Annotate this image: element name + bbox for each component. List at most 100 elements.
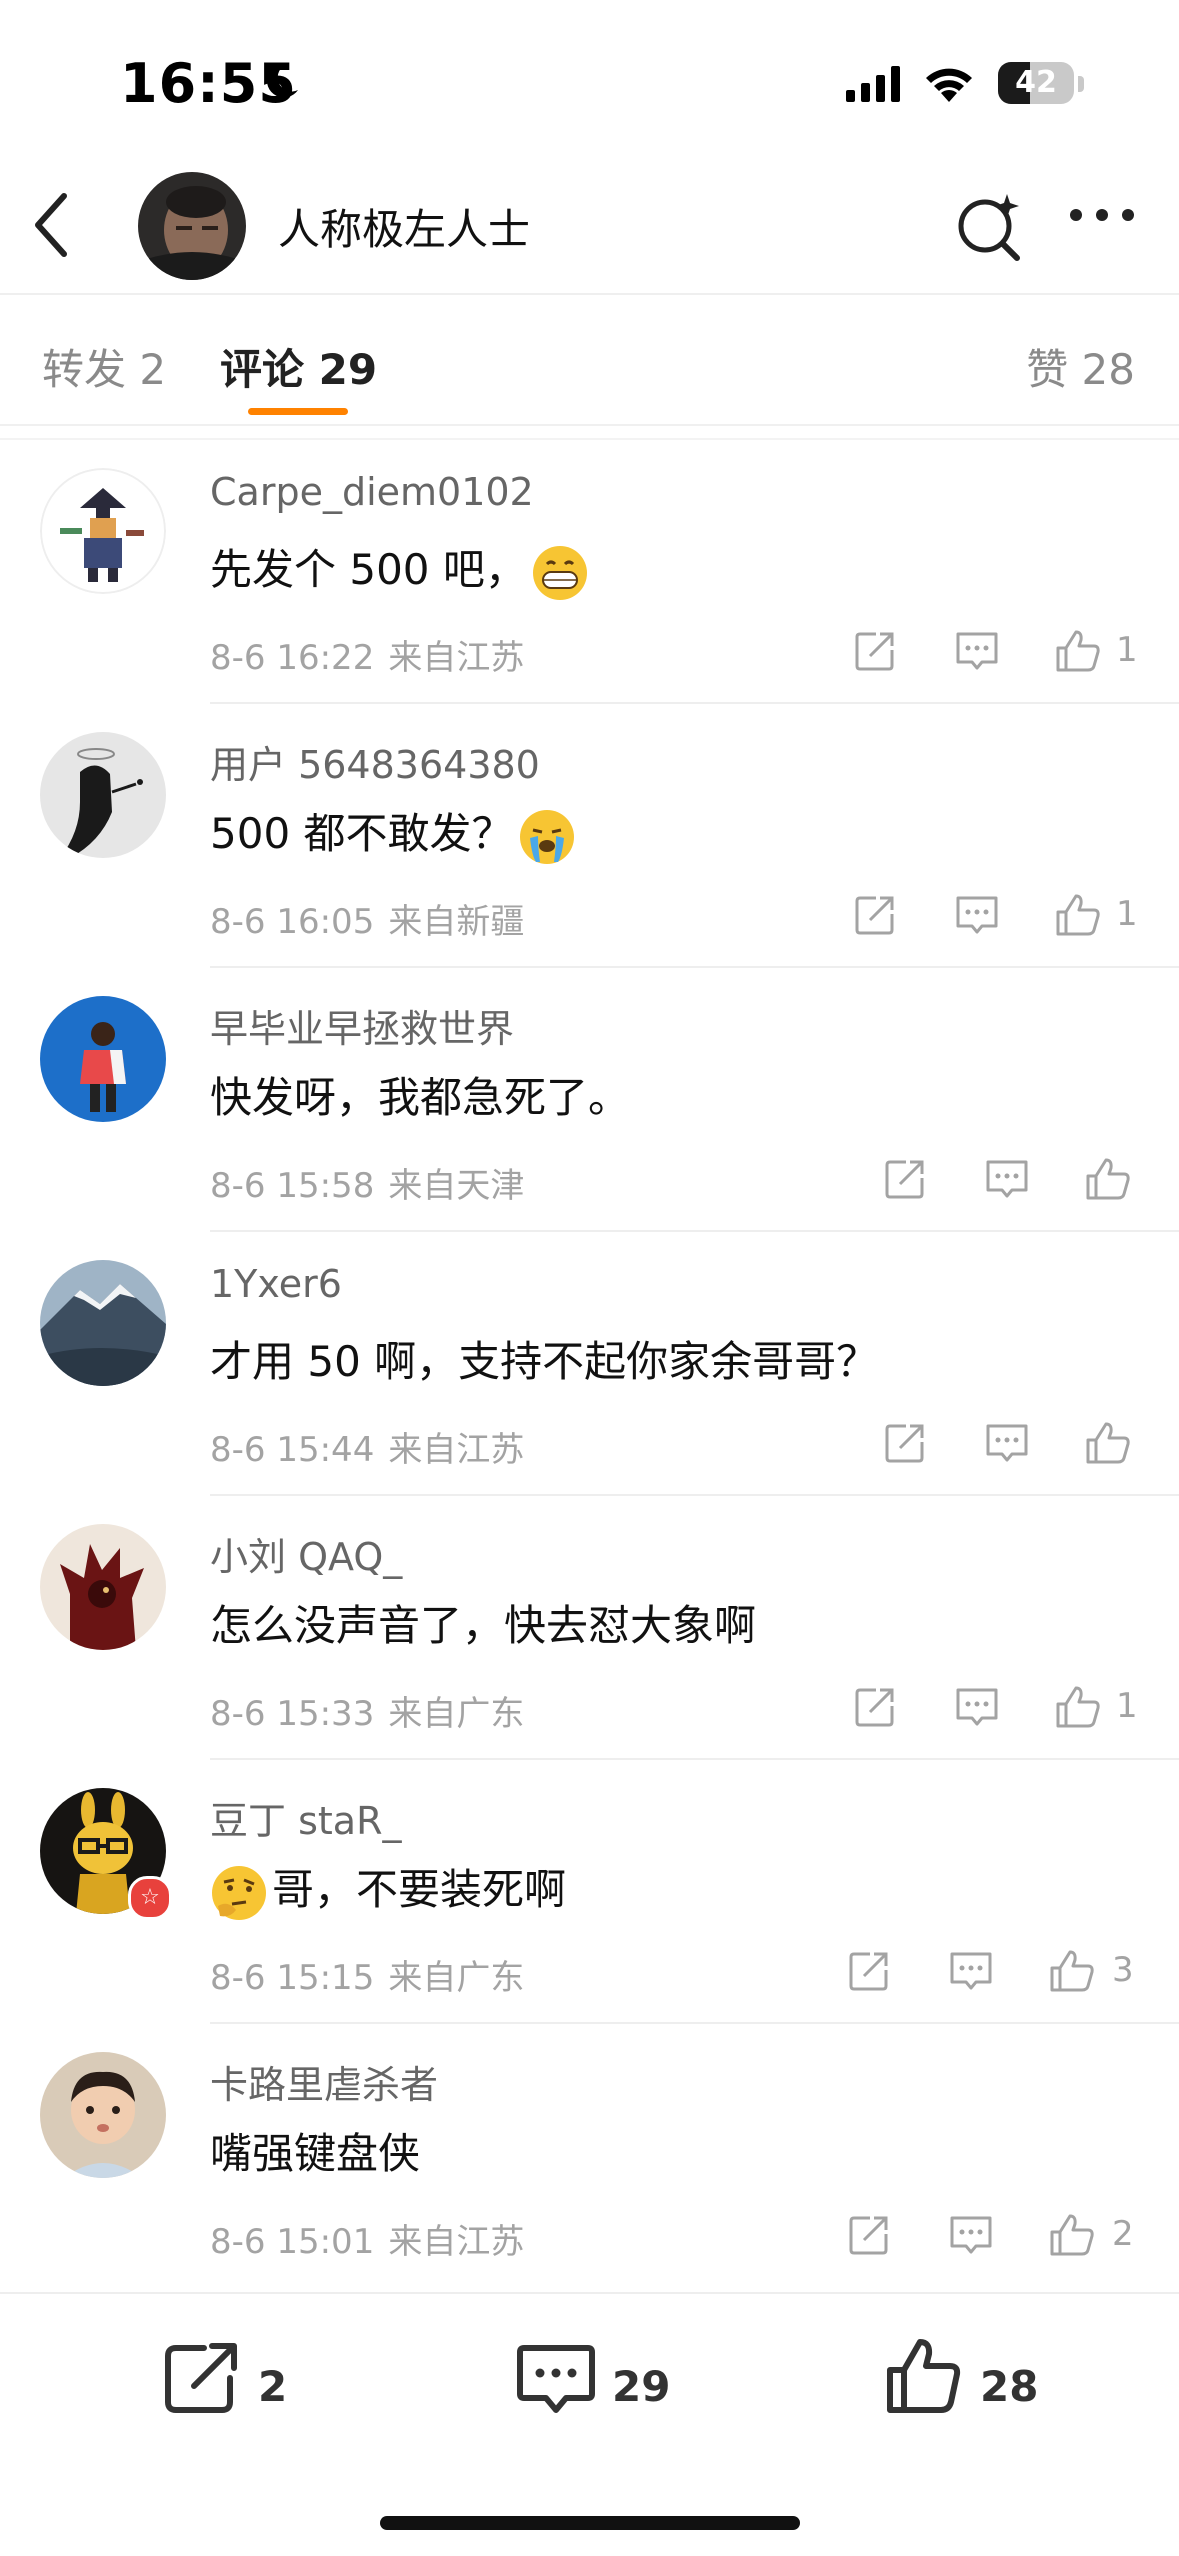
repost-icon[interactable] [882,1156,928,1202]
comment-text: 怎么没声音了，快去怼大象啊 [210,1601,757,1650]
like-icon[interactable] [1048,1948,1096,1994]
commenter-avatar[interactable] [40,732,166,858]
comment-meta: 8-6 15:58 来自天津 [210,1158,524,1207]
comment-icon[interactable] [948,2212,994,2258]
like-count: 1 [1116,630,1138,670]
commenter-name[interactable]: 小刘 QAQ_ [210,1526,402,1581]
like-icon[interactable] [1054,892,1102,938]
wifi-icon [926,68,972,102]
repost-count: 2 [258,2362,288,2411]
like-icon[interactable] [1054,628,1102,674]
commenter-name[interactable]: Carpe_diem0102 [210,470,534,514]
commenter-name[interactable]: 豆丁 staR_ [210,1790,401,1845]
like-icon[interactable] [1048,2212,1096,2258]
repost-icon[interactable] [852,628,898,674]
crying-face-emoji [519,809,574,864]
comment-text: 快发呀，我都急死了。 [210,1073,631,1122]
comment-meta: 8-6 16:05 来自新疆 [210,894,524,943]
commenter-name[interactable]: 1Yxer6 [210,1262,342,1306]
commenter-avatar[interactable] [40,2052,166,2178]
comment-item: 用户 5648364380 500 都不敢发？ 8-6 16:05 来自新疆 1 [0,704,1179,968]
repost-icon[interactable] [846,2212,892,2258]
more-options-icon[interactable] [1066,200,1138,230]
comment-icon[interactable] [984,1420,1030,1466]
comment-date: 8-6 15:44 [210,1430,375,1470]
comment-location: 来自江苏 [388,638,525,678]
bottom-action-bar: 2 29 28 [0,2294,1179,2556]
commenter-name[interactable]: 早毕业早拯救世界 [210,998,514,1053]
comment-item: 1Yxer6 才用 50 啊，支持不起你家余哥哥？ 8-6 15:44 来自江苏 [0,1232,1179,1496]
comment-count: 29 [612,2362,671,2411]
comment-meta: 8-6 15:44 来自江苏 [210,1422,524,1471]
comment-meta: 8-6 15:15 来自广东 [210,1950,524,1999]
repost-icon[interactable] [882,1420,928,1466]
moon-icon [266,63,298,98]
like-icon[interactable] [1054,1684,1102,1730]
author-avatar-image [138,172,246,280]
tab-comments[interactable]: 评论 29 [220,336,377,397]
commenter-name[interactable]: 用户 5648364380 [210,734,540,789]
repost-icon[interactable] [846,1948,892,1994]
like-icon[interactable] [1084,1420,1132,1466]
header-divider [0,293,1179,295]
like-count: 2 [1112,2214,1134,2254]
repost-icon[interactable] [852,892,898,938]
comment-date: 8-6 15:01 [210,2222,375,2262]
comment-button[interactable]: 29 [516,2334,686,2434]
comment-item: 小刘 QAQ_ 怎么没声音了，快去怼大象啊 8-6 15:33 来自广东 1 [0,1496,1179,1760]
tab-likes[interactable]: 赞 28 [1026,336,1135,397]
like-icon[interactable] [1084,1156,1132,1202]
repost-button[interactable]: 2 [162,2334,312,2434]
thinking-face-emoji [212,1865,266,1920]
commenter-avatar[interactable] [40,1524,166,1650]
comment-icon[interactable] [948,1948,994,1994]
comment-meta: 8-6 15:01 来自江苏 [210,2214,524,2263]
comment-location: 来自江苏 [388,2222,525,2262]
comment-text: 哥，不要装死啊 [210,1856,566,1922]
author-avatar[interactable] [138,172,246,280]
like-count: 3 [1112,1950,1134,1990]
like-count: 28 [980,2362,1039,2411]
comment-icon[interactable] [954,628,1000,674]
repost-icon[interactable] [852,1684,898,1730]
comment-date: 8-6 15:58 [210,1166,375,1206]
comment-date: 8-6 15:15 [210,1958,375,1998]
tabs-divider [0,424,1179,426]
status-bar: 16:55 42 [0,0,1179,150]
comment-meta: 8-6 16:22 来自江苏 [210,630,524,679]
comment-location: 来自新疆 [388,902,525,942]
comment-date: 8-6 15:33 [210,1694,375,1734]
cellular-signal-icon [846,66,900,102]
pixel-art-avatar-image [40,468,166,594]
home-indicator[interactable] [380,2516,800,2530]
thumbs-up-icon [887,2339,961,2413]
commenter-avatar[interactable] [40,996,166,1122]
ai-search-icon[interactable] [955,190,1027,262]
tab-reposts[interactable]: 转发 2 [42,336,166,397]
comment-body: 哥，不要装死啊 [272,1865,567,1914]
like-button[interactable]: 28 [884,2334,1054,2434]
comment-icon[interactable] [954,892,1000,938]
active-tab-indicator [248,408,348,415]
commenter-avatar[interactable] [40,1260,166,1386]
battery-percentage: 42 [1015,65,1057,100]
comment-list: Carpe_diem0102 先发个 500 吧， 8-6 16:22 来自江苏 … [0,440,1179,2290]
back-arrow-icon[interactable] [28,190,76,260]
battery-tip [1078,76,1084,92]
comment-icon[interactable] [954,1684,1000,1730]
like-count: 1 [1116,894,1138,934]
dark-red-character-avatar-image [40,1524,166,1650]
comment-item: Carpe_diem0102 先发个 500 吧， 8-6 16:22 来自江苏 … [0,440,1179,704]
comment-text: 500 都不敢发？ [210,800,580,866]
commenter-name[interactable]: 卡路里虐杀者 [210,2054,438,2109]
grinning-face-emoji [532,545,587,600]
comment-icon[interactable] [984,1156,1030,1202]
comment-date: 8-6 16:22 [210,638,375,678]
toddler-photo-avatar-image [40,2052,166,2178]
author-name[interactable]: 人称极左人士 [278,196,530,257]
comment-meta: 8-6 15:33 来自广东 [210,1686,524,1735]
comment-icon [517,2345,595,2413]
commenter-avatar[interactable] [40,468,166,594]
mountain-landscape-avatar-image [40,1260,166,1386]
comment-location: 来自广东 [388,1694,525,1734]
